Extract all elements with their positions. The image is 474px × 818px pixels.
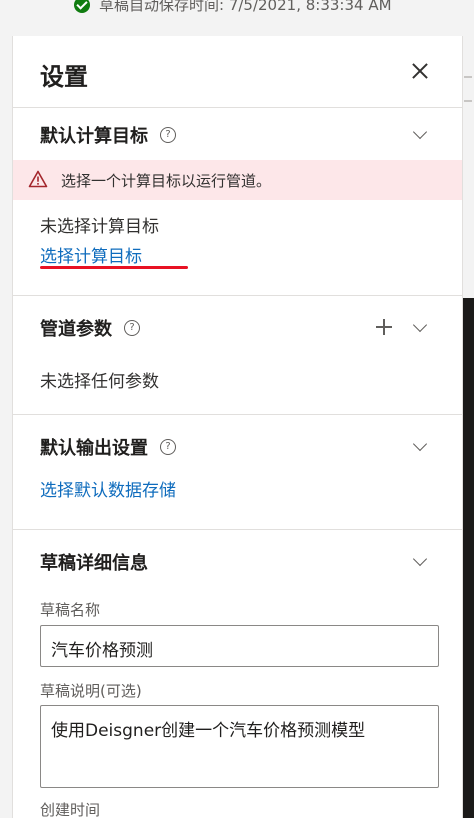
autosave-bar: 草稿自动保存时间: 7/5/2021, 8:33:34 AM: [0, 0, 474, 36]
background-canvas-edge: [462, 36, 474, 818]
chevron-down-icon[interactable]: [414, 441, 426, 453]
help-icon[interactable]: ?: [160, 127, 176, 143]
autosave-status: 草稿自动保存时间: 7/5/2021, 8:33:34 AM: [74, 0, 392, 15]
section-params-title: 管道参数: [40, 319, 112, 340]
select-compute-link[interactable]: 选择计算目标: [40, 242, 142, 267]
chevron-down-icon[interactable]: [414, 129, 426, 141]
created-time-label: 创建时间: [40, 801, 101, 818]
divider: [13, 107, 462, 108]
draft-name-value: 汽车价格预测: [51, 641, 153, 661]
plus-icon[interactable]: [376, 319, 392, 335]
section-draft-title: 草稿详细信息: [40, 553, 148, 574]
draft-name-input[interactable]: 汽车价格预测: [40, 625, 439, 667]
annotation-underline: [40, 266, 188, 269]
compute-status: 未选择计算目标: [40, 217, 159, 237]
section-params-header: 管道参数 ?: [40, 315, 140, 341]
section-compute-header: 默认计算目标 ?: [40, 122, 176, 148]
chevron-down-icon[interactable]: [414, 322, 426, 334]
section-draft-header: 草稿详细信息: [40, 549, 148, 575]
params-status: 未选择任何参数: [40, 372, 159, 392]
help-icon[interactable]: ?: [124, 320, 140, 336]
draft-description-value: 使用Deisgner创建一个汽车价格预测模型: [51, 721, 366, 741]
section-compute-title: 默认计算目标: [40, 126, 148, 147]
divider: [13, 414, 462, 415]
warning-icon: [28, 170, 48, 188]
check-circle-icon: [74, 0, 90, 13]
select-datastore-link[interactable]: 选择默认数据存储: [40, 476, 176, 501]
panel-title: 设置: [40, 63, 88, 91]
draft-description-textarea[interactable]: 使用Deisgner创建一个汽车价格预测模型: [40, 705, 439, 788]
warning-message-bar: 选择一个计算目标以运行管道。: [13, 160, 462, 200]
settings-panel: 设置 默认计算目标 ? 选择一个计算目标以运行管道。 未选择计算目标 选择计算目…: [12, 36, 463, 818]
divider: [13, 295, 462, 296]
help-icon[interactable]: ?: [160, 439, 176, 455]
warning-text: 选择一个计算目标以运行管道。: [61, 172, 272, 190]
divider: [13, 529, 462, 530]
section-output-title: 默认输出设置: [40, 438, 148, 459]
draft-name-label: 草稿名称: [40, 601, 101, 619]
section-output-header: 默认输出设置 ?: [40, 434, 176, 460]
autosave-text: 草稿自动保存时间: 7/5/2021, 8:33:34 AM: [99, 0, 392, 14]
chevron-down-icon[interactable]: [414, 556, 426, 568]
draft-description-label: 草稿说明(可选): [40, 682, 142, 700]
close-icon[interactable]: [408, 59, 432, 83]
